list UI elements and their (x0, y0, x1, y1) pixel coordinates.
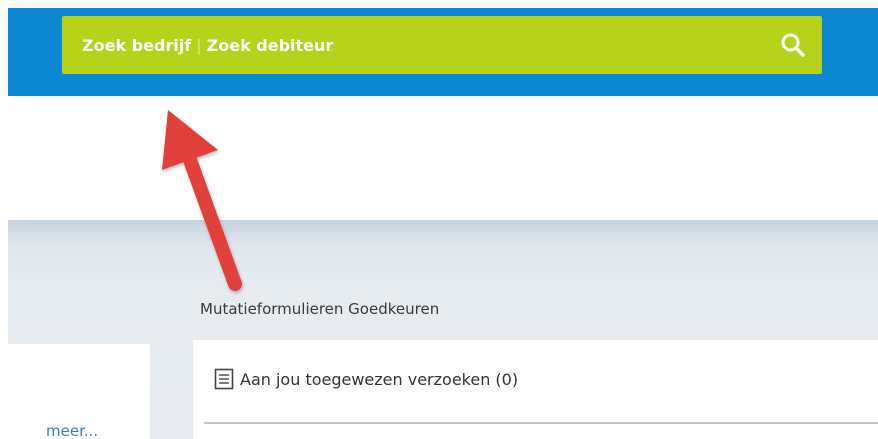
section-title: Mutatieformulieren Goedkeuren (200, 300, 440, 318)
divider (204, 422, 878, 424)
search-debtor-link[interactable]: Zoek debiteur (207, 36, 334, 55)
search-separator: | (196, 35, 202, 55)
page: Zoek bedrijf | Zoek debiteur meer... Mut… (0, 0, 878, 439)
search-icon[interactable] (780, 32, 806, 58)
top-strip (0, 0, 878, 8)
search-bar[interactable]: Zoek bedrijf | Zoek debiteur (62, 16, 822, 74)
assigned-requests-label: Aan jou toegewezen verzoeken (0) (240, 369, 519, 389)
search-text: Zoek bedrijf | Zoek debiteur (82, 36, 333, 55)
assigned-requests-item[interactable]: Aan jou toegewezen verzoeken (0) (214, 368, 518, 390)
document-list-icon (214, 368, 234, 390)
blank-area (8, 96, 878, 220)
more-link[interactable]: meer... (46, 422, 98, 439)
search-company-link[interactable]: Zoek bedrijf (82, 36, 191, 55)
